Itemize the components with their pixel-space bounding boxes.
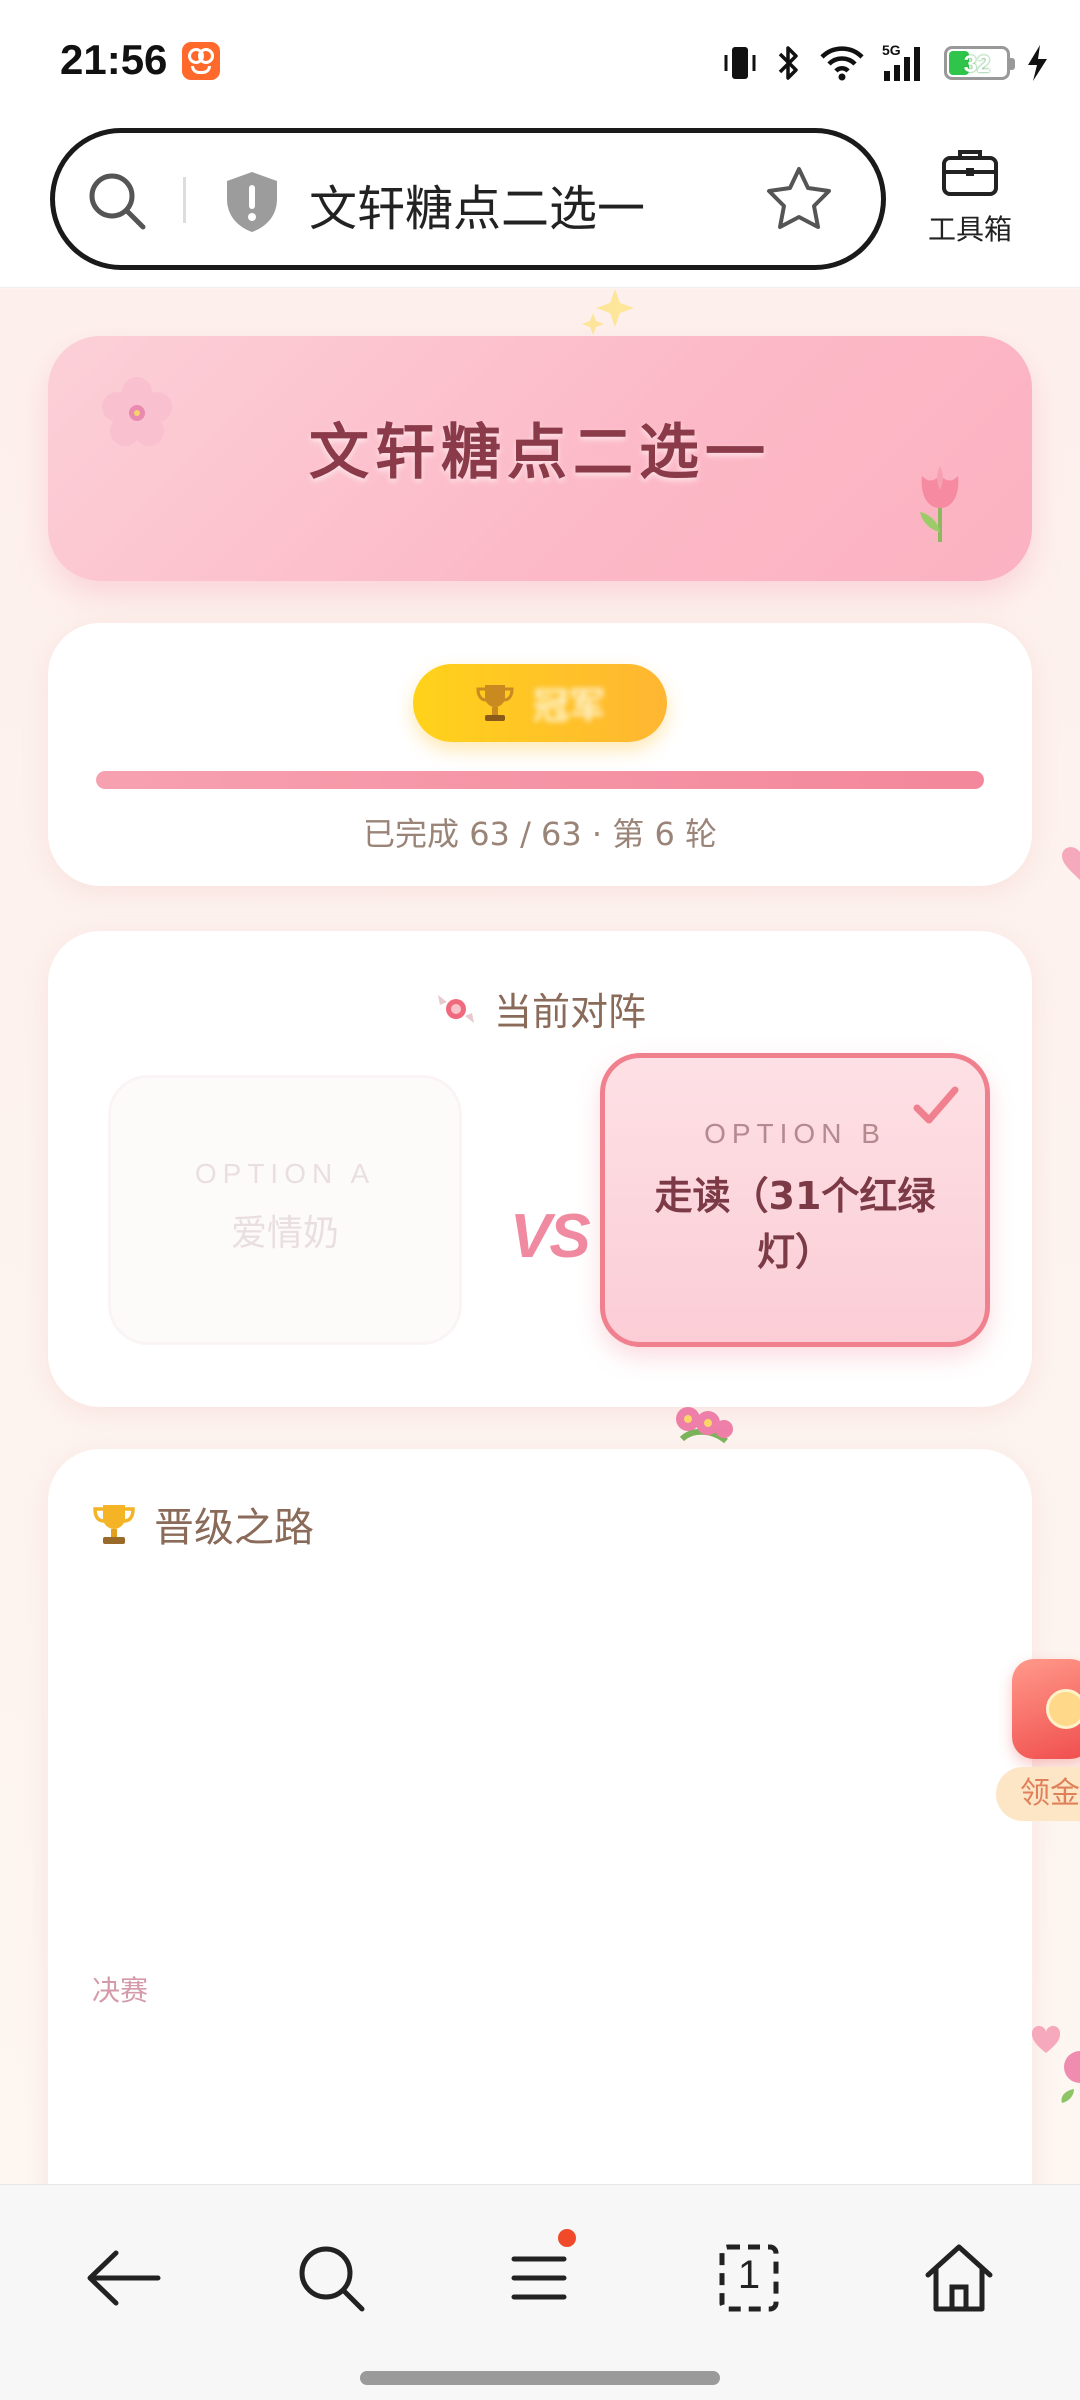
- option-a-label: OPTION A: [194, 1158, 376, 1189]
- signal-5g-icon: 5G: [882, 42, 920, 81]
- final-round-label: 决赛: [92, 1974, 149, 2007]
- progress-card: 冠军 已完成 63 / 63 · 第 6 轮: [48, 623, 1032, 886]
- page-content[interactable]: 文轩糖点二选一 冠军 已完成 63 / 63 · 第 6 轮 当前对阵 OPTI…: [0, 289, 1080, 2184]
- bracket-title: 晋级之路: [92, 1495, 314, 1553]
- candy-icon: [437, 994, 474, 1023]
- address-text[interactable]: 文轩糖点二选一: [309, 169, 645, 239]
- tulip-icon: [920, 466, 959, 542]
- wifi-icon: [820, 46, 864, 81]
- home-indicator[interactable]: [360, 2371, 720, 2385]
- match-title-text: 当前对阵: [493, 990, 646, 1034]
- option-b-label: OPTION B: [704, 1118, 886, 1149]
- status-bar: 21:56 5G 32: [0, 0, 1080, 120]
- progress-bar: [96, 771, 984, 789]
- toolbox-icon: [942, 150, 998, 196]
- progress-text: 已完成 63 / 63 · 第 6 轮: [363, 815, 717, 853]
- home-button[interactable]: [914, 2233, 1004, 2323]
- app-badge-icon: [182, 42, 220, 80]
- current-match-card: 当前对阵 OPTION A 爱情奶 VS OPTION B 走读（31个红绿灯）: [48, 931, 1032, 1407]
- bookmark-star-icon[interactable]: [763, 163, 835, 235]
- svg-text:5G: 5G: [882, 42, 901, 58]
- toolbox-label: 工具箱: [927, 213, 1012, 246]
- red-packet-label[interactable]: 领金: [996, 1767, 1080, 1821]
- flower-bouquet-icon: [676, 1407, 733, 1444]
- vibrate-icon: [724, 47, 756, 79]
- security-shield-icon[interactable]: [221, 169, 283, 235]
- champion-badge: 冠军: [413, 664, 667, 742]
- toolbox-button[interactable]: 工具箱: [920, 146, 1020, 248]
- vs-label: VS: [510, 1202, 591, 1271]
- status-time: 21:56: [60, 36, 168, 83]
- option-a-card[interactable]: OPTION A 爱情奶: [108, 1075, 462, 1345]
- tabs-button[interactable]: 1: [704, 2233, 794, 2323]
- bluetooth-icon: [778, 46, 798, 80]
- charging-icon: [1028, 45, 1047, 81]
- option-b-card[interactable]: OPTION B 走读（31个红绿灯）: [600, 1053, 990, 1347]
- red-packet-icon[interactable]: [1012, 1659, 1080, 1759]
- match-title: 当前对阵: [48, 981, 1032, 1036]
- heart-icon: [1062, 847, 1080, 880]
- notification-dot: [558, 2229, 576, 2247]
- flower-icon: [1061, 2051, 1080, 2103]
- battery-icon: 32: [944, 46, 1015, 80]
- trophy-icon: [476, 685, 514, 721]
- battery-level: 32: [963, 51, 991, 78]
- hero-title: 文轩糖点二选一: [309, 418, 771, 488]
- search-icon: [299, 2246, 365, 2312]
- browser-toolbar: 文轩糖点二选一 工具箱: [0, 120, 1080, 288]
- status-icons: 5G 32: [720, 38, 1050, 88]
- bracket-card: 晋级之路 决赛: [48, 1449, 1032, 2184]
- bracket-title-text: 晋级之路: [154, 1505, 314, 1551]
- address-divider: [183, 177, 186, 223]
- tab-count: 1: [737, 2253, 761, 2297]
- home-icon: [925, 2244, 993, 2312]
- trophy-icon: [93, 1505, 135, 1544]
- address-bar[interactable]: 文轩糖点二选一: [50, 128, 886, 270]
- champion-label: 冠军: [532, 686, 605, 727]
- search-icon[interactable]: [85, 169, 149, 233]
- back-arrow-icon: [87, 2250, 161, 2306]
- option-a-name: 爱情奶: [230, 1213, 339, 1254]
- option-b-name: 走读（31个红绿灯）: [654, 1174, 936, 1274]
- back-button[interactable]: [78, 2233, 168, 2323]
- menu-button[interactable]: [496, 2229, 586, 2323]
- search-nav-button[interactable]: [286, 2233, 376, 2323]
- progress-bar-fill: [96, 771, 984, 789]
- hero-banner: 文轩糖点二选一: [48, 336, 1032, 581]
- bottom-navigation: 1: [0, 2184, 1080, 2400]
- menu-icon: [511, 2256, 567, 2300]
